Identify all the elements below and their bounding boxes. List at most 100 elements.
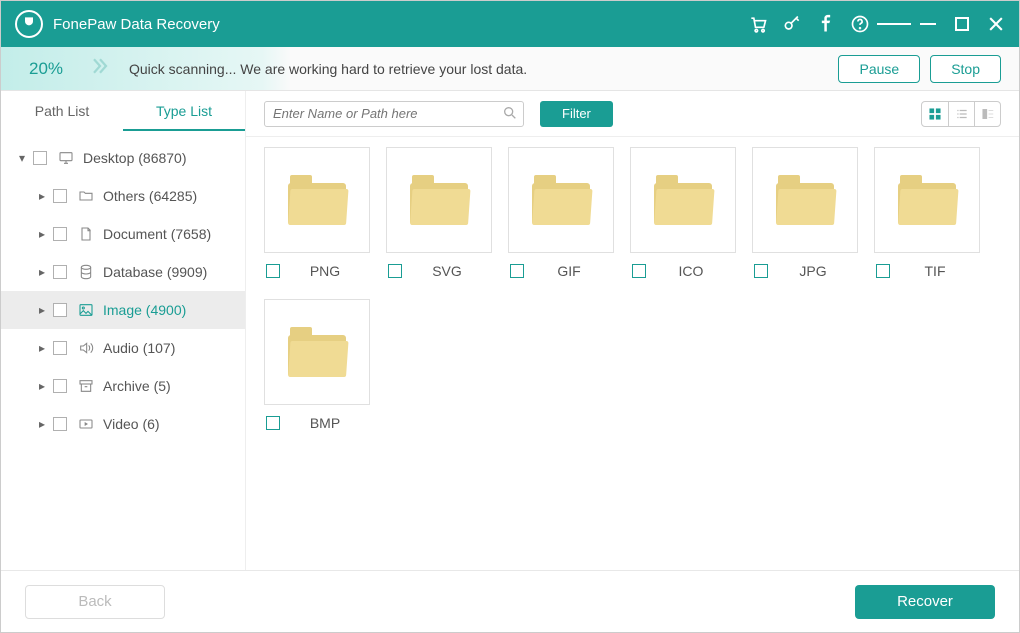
folder-thumbnail: [508, 147, 614, 253]
search-icon[interactable]: [502, 105, 518, 126]
tile-footer: GIF: [508, 263, 614, 279]
tab-type-list[interactable]: Type List: [123, 91, 245, 131]
menu-icon[interactable]: [877, 7, 911, 41]
checkbox[interactable]: [53, 189, 67, 203]
grid-tile[interactable]: ICO: [630, 147, 736, 279]
app-logo-icon: [15, 10, 43, 38]
tile-footer: SVG: [386, 263, 492, 279]
grid-tile[interactable]: GIF: [508, 147, 614, 279]
tile-footer: BMP: [264, 415, 370, 431]
cart-icon[interactable]: [741, 7, 775, 41]
app-title: FonePaw Data Recovery: [53, 16, 741, 33]
tree-item-image[interactable]: ▸ Image (4900): [1, 291, 245, 329]
progress-percent: 20%: [1, 59, 91, 79]
facebook-icon[interactable]: [809, 7, 843, 41]
chevron-right-icon[interactable]: ▸: [35, 417, 49, 431]
maximize-button[interactable]: [945, 7, 979, 41]
document-icon: [75, 226, 97, 242]
tile-footer: JPG: [752, 263, 858, 279]
title-bar: FonePaw Data Recovery: [1, 1, 1019, 47]
folder-thumbnail: [264, 299, 370, 405]
status-bar: 20% Quick scanning... We are working har…: [1, 47, 1019, 91]
database-icon: [75, 264, 97, 280]
video-icon: [75, 416, 97, 432]
stop-button[interactable]: Stop: [930, 55, 1001, 83]
folder-icon: [288, 175, 346, 225]
tree-item-audio[interactable]: ▸ Audio (107): [1, 329, 245, 367]
tree-item-archive[interactable]: ▸ Archive (5): [1, 367, 245, 405]
image-icon: [75, 302, 97, 318]
checkbox[interactable]: [53, 227, 67, 241]
folder-icon: [532, 175, 590, 225]
tree-label: Archive (5): [103, 378, 171, 394]
tile-footer: ICO: [630, 263, 736, 279]
close-button[interactable]: [979, 7, 1013, 41]
tree-label: Database (9909): [103, 264, 207, 280]
sidebar-tabs: Path List Type List: [1, 91, 245, 131]
filter-button[interactable]: Filter: [540, 101, 613, 127]
help-icon[interactable]: [843, 7, 877, 41]
folder-icon: [75, 188, 97, 204]
checkbox[interactable]: [53, 341, 67, 355]
checkbox[interactable]: [754, 264, 768, 278]
folder-thumbnail: [386, 147, 492, 253]
tree-root-desktop[interactable]: ▾ Desktop (86870): [1, 139, 245, 177]
checkbox[interactable]: [53, 417, 67, 431]
grid-tile[interactable]: BMP: [264, 299, 370, 431]
checkbox[interactable]: [388, 264, 402, 278]
chevron-right-icon[interactable]: ▸: [35, 265, 49, 279]
chevron-down-icon[interactable]: ▾: [15, 151, 29, 165]
footer-bar: Back Recover: [1, 570, 1019, 632]
checkbox[interactable]: [876, 264, 890, 278]
folder-icon: [288, 327, 346, 377]
tile-label: GIF: [538, 263, 600, 279]
checkbox[interactable]: [266, 416, 280, 430]
tile-label: SVG: [416, 263, 478, 279]
view-mode-group: [921, 101, 1001, 127]
key-icon[interactable]: [775, 7, 809, 41]
grid-tile[interactable]: JPG: [752, 147, 858, 279]
tree-label: Document (7658): [103, 226, 211, 242]
tree-item-others[interactable]: ▸ Others (64285): [1, 177, 245, 215]
grid-tile[interactable]: SVG: [386, 147, 492, 279]
chevron-right-icon[interactable]: ▸: [35, 379, 49, 393]
monitor-icon: [55, 150, 77, 166]
folder-thumbnail: [752, 147, 858, 253]
tree-item-document[interactable]: ▸ Document (7658): [1, 215, 245, 253]
grid-tile[interactable]: PNG: [264, 147, 370, 279]
search-input[interactable]: [264, 101, 524, 127]
file-tree: ▾ Desktop (86870) ▸ Others (64285) ▸ Doc…: [1, 131, 245, 570]
checkbox[interactable]: [266, 264, 280, 278]
checkbox[interactable]: [53, 379, 67, 393]
tree-label: Others (64285): [103, 188, 197, 204]
app-window: FonePaw Data Recovery 20% Quick scanning…: [0, 0, 1020, 633]
pause-button[interactable]: Pause: [838, 55, 920, 83]
tree-item-video[interactable]: ▸ Video (6): [1, 405, 245, 443]
chevron-right-icon[interactable]: ▸: [35, 189, 49, 203]
checkbox[interactable]: [53, 303, 67, 317]
tile-footer: PNG: [264, 263, 370, 279]
tree-label: Image (4900): [103, 302, 186, 318]
folder-thumbnail: [630, 147, 736, 253]
tree-item-database[interactable]: ▸ Database (9909): [1, 253, 245, 291]
checkbox[interactable]: [510, 264, 524, 278]
tab-path-list[interactable]: Path List: [1, 91, 123, 131]
view-detail-icon[interactable]: [974, 102, 1000, 126]
checkbox[interactable]: [53, 265, 67, 279]
checkbox[interactable]: [632, 264, 646, 278]
chevron-right-icon[interactable]: ▸: [35, 303, 49, 317]
view-grid-icon[interactable]: [922, 102, 948, 126]
tree-label: Desktop (86870): [83, 150, 187, 166]
chevron-right-icon[interactable]: ▸: [35, 341, 49, 355]
tree-label: Audio (107): [103, 340, 175, 356]
grid-tile[interactable]: TIF: [874, 147, 980, 279]
back-button[interactable]: Back: [25, 585, 165, 619]
view-list-icon[interactable]: [948, 102, 974, 126]
folder-thumbnail: [264, 147, 370, 253]
recover-button[interactable]: Recover: [855, 585, 995, 619]
minimize-button[interactable]: [911, 7, 945, 41]
folder-icon: [654, 175, 712, 225]
tile-label: ICO: [660, 263, 722, 279]
checkbox[interactable]: [33, 151, 47, 165]
chevron-right-icon[interactable]: ▸: [35, 227, 49, 241]
